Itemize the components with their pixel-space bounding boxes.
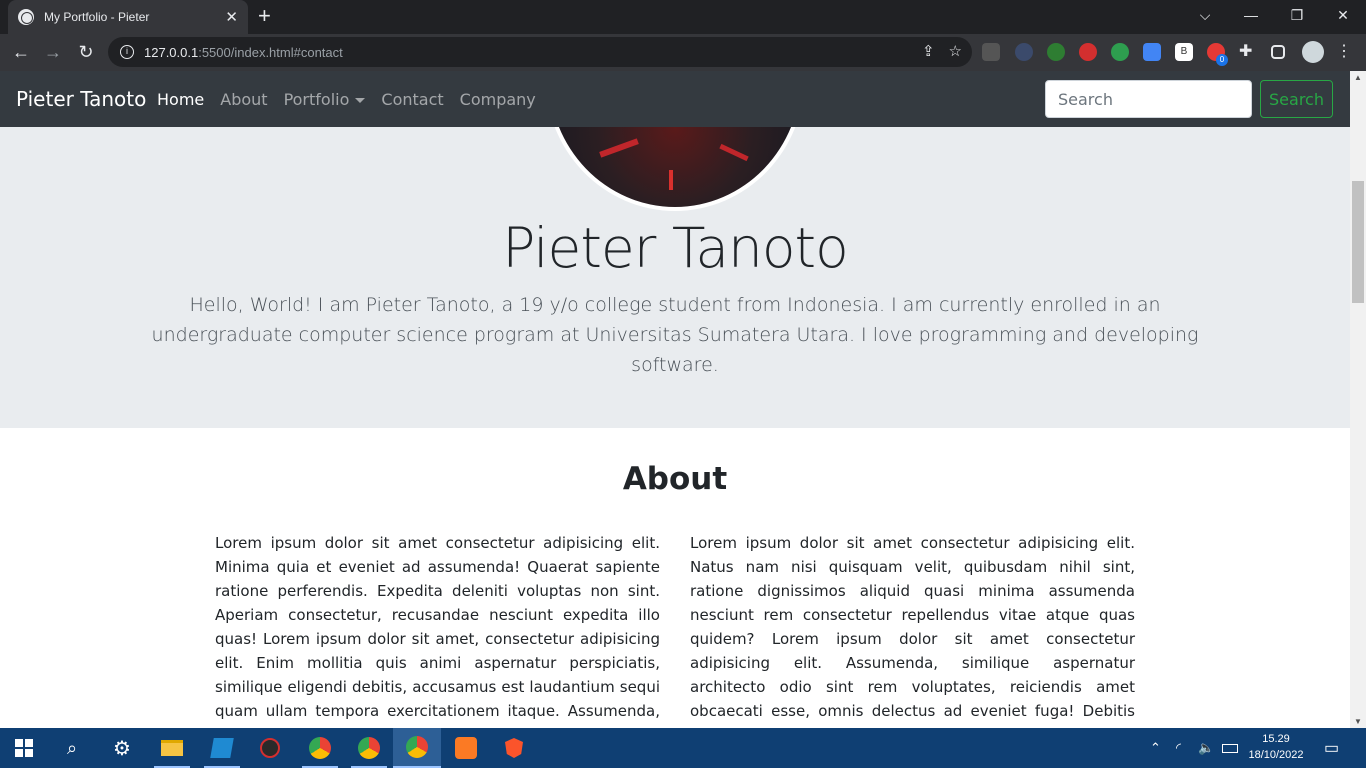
scrollbar-thumb[interactable] xyxy=(1352,181,1364,303)
chrome-icon-2[interactable] xyxy=(345,728,393,768)
search-button[interactable]: Search xyxy=(1260,80,1333,118)
profile-avatar[interactable] xyxy=(1302,41,1324,63)
hero-lead: Hello, World! I am Pieter Tanoto, a 19 y… xyxy=(151,294,1199,376)
vscode-icon[interactable] xyxy=(198,728,246,768)
extension-hat-icon[interactable] xyxy=(982,43,1000,61)
bookmark-star-icon[interactable]: ☆ xyxy=(949,42,962,60)
clock-date: 18/10/2022 xyxy=(1248,749,1304,761)
scroll-up-icon[interactable]: ▲ xyxy=(1354,73,1362,82)
url-bar[interactable]: i 127.0.0.1 :5500/index.html#contact ⇪ ☆ xyxy=(108,37,972,67)
site-info-icon[interactable]: i xyxy=(120,45,134,59)
volume-icon[interactable]: 🔈 xyxy=(1198,728,1214,768)
about-heading: About xyxy=(622,461,728,497)
chrome-icon-1[interactable] xyxy=(296,728,344,768)
scroll-down-icon[interactable]: ▼ xyxy=(1354,717,1362,726)
maximize-button[interactable]: ❐ xyxy=(1274,0,1320,30)
search-input[interactable] xyxy=(1045,80,1252,118)
browser-tab[interactable]: My Portfolio - Pieter ✕ xyxy=(8,0,248,34)
nav-links: Home About Portfolio Contact Company xyxy=(157,90,536,109)
extension-shield-icon[interactable] xyxy=(1111,43,1129,61)
url-path: :5500/index.html#contact xyxy=(198,44,343,60)
address-toolbar: ← → ↻ i 127.0.0.1 :5500/index.html#conta… xyxy=(0,34,1366,71)
tab-close-icon[interactable]: ✕ xyxy=(225,10,238,25)
extension-translate-icon[interactable] xyxy=(1143,43,1161,61)
taskbar-clock[interactable]: 15.29 18/10/2022 xyxy=(1240,731,1312,763)
share-icon[interactable]: ⇪ xyxy=(922,42,935,60)
xampp-icon[interactable] xyxy=(442,728,490,768)
tab-title: My Portfolio - Pieter xyxy=(44,10,150,24)
nav-portfolio-label: Portfolio xyxy=(283,90,350,109)
forward-icon[interactable]: → xyxy=(42,42,64,62)
settings-gear-icon[interactable]: ⚙ xyxy=(98,728,146,768)
navbar-brand[interactable]: Pieter Tanoto xyxy=(16,87,146,111)
battery-icon[interactable] xyxy=(1222,728,1238,768)
extension-cursor-icon[interactable] xyxy=(1015,43,1033,61)
wifi-icon[interactable]: ◜ xyxy=(1176,728,1181,768)
nav-portfolio-dropdown[interactable]: Portfolio xyxy=(284,90,366,109)
back-icon[interactable]: ← xyxy=(10,42,32,62)
caret-down-icon xyxy=(355,98,366,103)
page-viewport: Pieter Tanoto Hello, World! I am Pieter … xyxy=(0,71,1350,728)
game-app-icon[interactable] xyxy=(246,728,294,768)
reload-icon[interactable]: ↻ xyxy=(75,42,97,62)
extension-adblock-icon[interactable] xyxy=(1079,43,1097,61)
windows-logo-icon xyxy=(15,739,33,757)
site-navbar: Pieter Tanoto Home About Portfolio Conta… xyxy=(0,71,1350,127)
side-panel-icon[interactable] xyxy=(1271,45,1285,59)
windows-taskbar: ⌕ ⚙ ⌃ ◜ 🔈 15.29 18/10/2022 ▭ xyxy=(0,728,1366,768)
brave-icon[interactable] xyxy=(490,728,538,768)
clock-time: 15.29 xyxy=(1262,733,1290,745)
extension-badge: 0 xyxy=(1216,54,1228,66)
page-scrollbar[interactable]: ▲ ▼ xyxy=(1350,71,1366,728)
hero-name: Pieter Tanoto xyxy=(502,216,849,280)
minimize-button[interactable]: — xyxy=(1228,0,1274,30)
nav-home[interactable]: Home xyxy=(157,90,204,109)
browser-tab-strip: My Portfolio - Pieter ✕ + ⌵ — ❐ ✕ xyxy=(0,0,1366,34)
nav-contact[interactable]: Contact xyxy=(381,90,443,109)
extension-b-icon[interactable]: B xyxy=(1175,43,1193,61)
nav-company[interactable]: Company xyxy=(460,90,536,109)
extension-camera-icon[interactable] xyxy=(1047,43,1065,61)
about-column-left: Lorem ipsum dolor sit amet consectetur a… xyxy=(215,534,660,728)
globe-icon xyxy=(18,9,34,25)
extensions-puzzle-icon[interactable]: ✚ xyxy=(1239,43,1257,61)
menu-kebab-icon[interactable]: ⋮ xyxy=(1336,43,1354,61)
new-tab-button[interactable]: + xyxy=(258,5,271,27)
chrome-icon-active[interactable] xyxy=(393,728,441,768)
file-explorer-icon[interactable] xyxy=(148,728,196,768)
show-hidden-icons[interactable]: ⌃ xyxy=(1150,728,1161,768)
start-button[interactable] xyxy=(0,728,48,768)
search-taskbar-icon[interactable]: ⌕ xyxy=(48,728,96,768)
notification-center-icon[interactable]: ▭ xyxy=(1324,728,1339,768)
about-column-right: Lorem ipsum dolor sit amet consectetur a… xyxy=(690,534,1135,728)
close-window-button[interactable]: ✕ xyxy=(1320,0,1366,30)
nav-about[interactable]: About xyxy=(220,90,267,109)
url-host: 127.0.0.1 xyxy=(144,44,199,60)
tab-search-icon[interactable]: ⌵ xyxy=(1182,0,1228,30)
